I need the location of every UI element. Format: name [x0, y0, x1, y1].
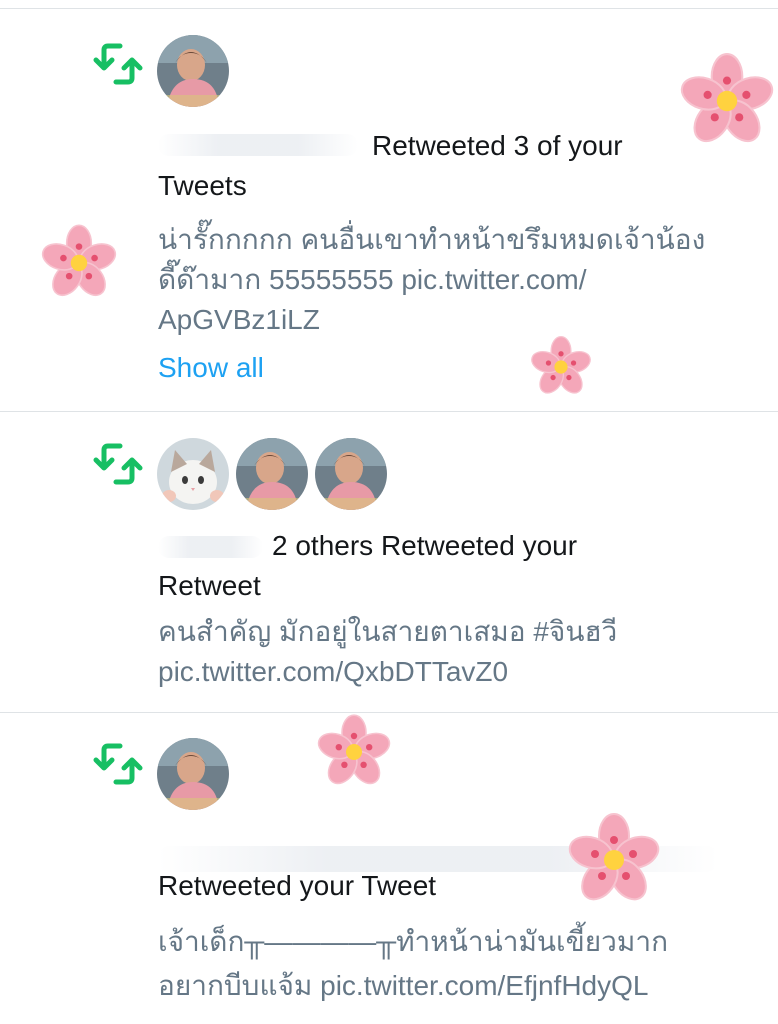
user-avatar[interactable] — [236, 438, 308, 510]
show-all-link[interactable]: Show all — [158, 348, 264, 388]
divider — [0, 8, 778, 9]
tweet-text[interactable]: เจ้าเด็ก╥————╥ทำหน้าน่ามันเขี้ยวมาก — [158, 922, 668, 962]
tweet-text[interactable]: น่ารั๊กกกกก คนอื่นเขาทำหน้าขรึมหมดเจ้าน้… — [158, 220, 705, 260]
cat-avatar[interactable] — [157, 438, 229, 510]
notification-title: 2 others Retweeted your — [272, 530, 578, 561]
flower-icon — [680, 53, 774, 143]
retweet-icon — [90, 440, 146, 488]
notification-title: Retweet — [158, 570, 261, 601]
tweet-text[interactable]: pic.twitter.com/QxbDTTavZ0 — [158, 652, 508, 692]
notification-title: Retweeted your Tweet — [158, 870, 437, 901]
flower-icon — [41, 224, 117, 297]
notification-title: Retweeted 3 of your — [372, 130, 623, 161]
notification-title: Tweets — [158, 170, 247, 201]
divider — [0, 411, 778, 412]
retweet-icon — [90, 740, 146, 788]
tweet-text[interactable]: ApGVBz1iLZ — [158, 300, 320, 340]
flower-icon — [317, 714, 391, 785]
user-avatar[interactable] — [315, 438, 387, 510]
retweet-icon — [90, 40, 146, 88]
flower-icon — [568, 813, 660, 901]
user-avatar[interactable] — [157, 738, 229, 810]
user-avatar[interactable] — [157, 35, 229, 107]
redacted-username — [158, 134, 358, 156]
tweet-text[interactable]: คนสำคัญ มักอยู่ในสายตาเสมอ #จินฮวี — [158, 612, 617, 652]
tweet-text[interactable]: อยากบีบแจ้ม pic.twitter.com/EfjnfHdyQL — [158, 966, 648, 1006]
flower-icon — [531, 335, 591, 394]
redacted-username — [158, 536, 263, 558]
tweet-text[interactable]: ดี๊ด๊ามาก 55555555 pic.twitter.com/ — [158, 260, 587, 300]
